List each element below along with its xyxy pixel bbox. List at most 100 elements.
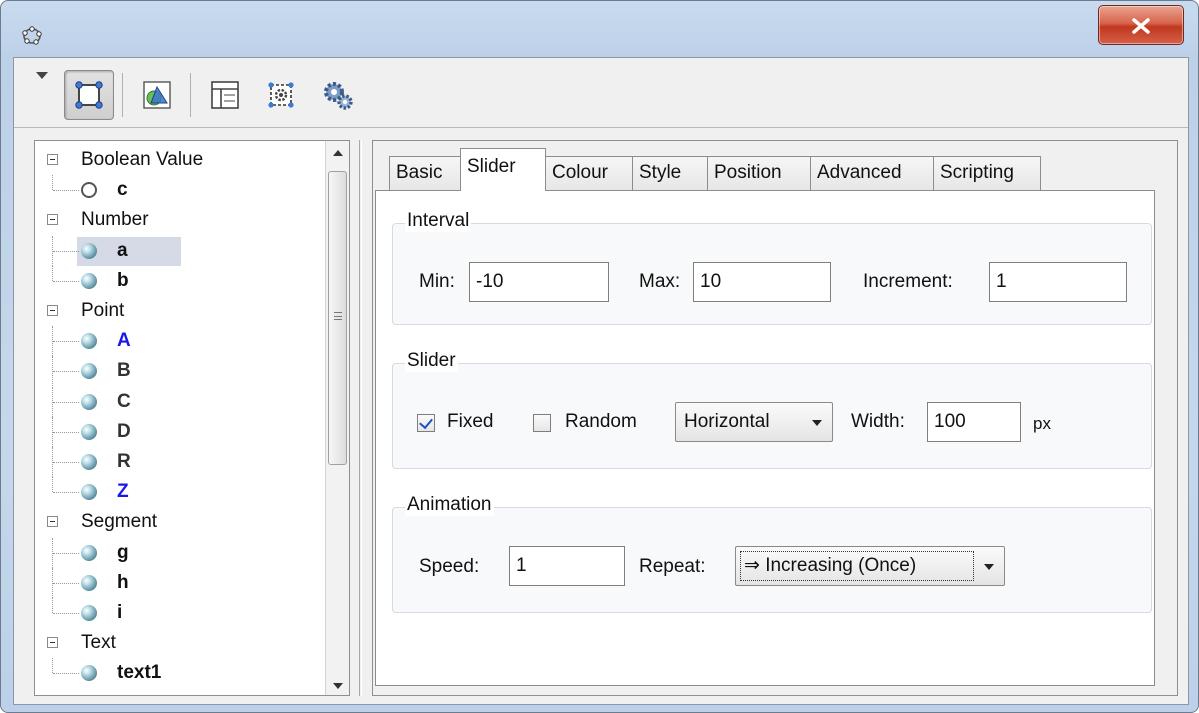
width-label: Width:	[851, 411, 905, 432]
tree-item[interactable]: i	[35, 598, 325, 628]
visible-object-icon[interactable]	[81, 242, 97, 259]
width-unit-label: px	[1033, 414, 1051, 433]
increment-label: Increment:	[863, 271, 953, 292]
tree-item-label: C	[117, 390, 131, 412]
interval-group-title: Interval	[405, 210, 472, 232]
tree-item[interactable]: D	[35, 416, 325, 447]
object-properties-button[interactable]	[64, 70, 114, 120]
tree-item-label: c	[117, 179, 128, 201]
speed-input[interactable]: 1	[509, 546, 625, 586]
tab-scripting[interactable]: Scripting	[933, 156, 1041, 191]
graphics-properties-button[interactable]	[132, 70, 182, 120]
tree-item[interactable]: A	[35, 326, 325, 357]
tab-position[interactable]: Position	[707, 156, 811, 191]
tree-item[interactable]: g	[35, 537, 325, 568]
animation-group-title: Animation	[405, 494, 494, 516]
tree-item-label: b	[117, 269, 129, 291]
random-checkbox[interactable]	[533, 414, 551, 432]
properties-toolbar	[14, 58, 1188, 128]
visible-object-icon[interactable]	[81, 665, 97, 682]
scroll-down-arrow-icon[interactable]	[326, 675, 349, 695]
fixed-label: Fixed	[447, 411, 494, 432]
tree-category-label: Number	[81, 209, 149, 231]
collapse-icon[interactable]	[47, 637, 58, 649]
grip-icon	[334, 312, 342, 320]
advanced-settings-icon	[324, 82, 353, 110]
tree-item-label: A	[117, 330, 131, 352]
hidden-object-icon[interactable]	[81, 182, 97, 199]
collapse-icon[interactable]	[47, 154, 58, 165]
fixed-checkbox[interactable]	[417, 414, 435, 432]
tree-category[interactable]: Point	[35, 296, 325, 326]
increment-input[interactable]: 1	[989, 262, 1127, 302]
visible-object-icon[interactable]	[81, 393, 97, 410]
tree-category-label: Point	[81, 300, 125, 321]
tree-category[interactable]: Number	[35, 205, 325, 235]
tree-vertical-scrollbar[interactable]	[325, 141, 349, 695]
tree-item[interactable]: c	[35, 175, 325, 205]
min-input[interactable]: -10	[469, 262, 609, 302]
repeat-dropdown[interactable]: ⇒ Increasing (Once)	[735, 546, 1005, 586]
tree-category[interactable]: Boolean Value	[35, 145, 325, 175]
visible-object-icon[interactable]	[81, 423, 97, 440]
tree-item[interactable]: Z	[35, 477, 325, 507]
preferences-icon	[268, 82, 294, 108]
tree-item[interactable]: h	[35, 567, 325, 598]
visible-object-icon[interactable]	[81, 333, 97, 350]
toolbar-menu-arrow-icon[interactable]	[36, 72, 48, 79]
visible-object-icon[interactable]	[81, 544, 97, 561]
graphics-properties-icon	[143, 81, 171, 109]
tree-item[interactable]: B	[35, 356, 325, 387]
tree-item[interactable]: b	[35, 265, 325, 296]
visible-object-icon[interactable]	[81, 484, 97, 501]
slider-tab-content: Interval Min: -10 Max: 10 Increment: 1 S…	[375, 190, 1155, 686]
preferences-button[interactable]	[256, 70, 306, 120]
tree-category[interactable]: Text	[35, 628, 325, 658]
repeat-label: Repeat:	[639, 556, 706, 577]
random-label: Random	[565, 411, 637, 432]
layout-button[interactable]	[200, 70, 250, 120]
panel-splitter[interactable]	[359, 140, 362, 696]
chevron-down-icon	[984, 564, 994, 570]
properties-tabs: Basic Slider Colour Style Position Advanced Sc…	[375, 148, 1155, 191]
tab-basic[interactable]: Basic	[389, 156, 461, 191]
tab-colour[interactable]: Colour	[545, 156, 633, 191]
max-label: Max:	[639, 271, 681, 292]
dialog-client-area: Boolean Value c Number a b Point A B C D R Z Segment…	[13, 57, 1189, 705]
tab-style[interactable]: Style	[632, 156, 708, 191]
tree-item-label: R	[117, 451, 131, 472]
visible-object-icon[interactable]	[81, 605, 97, 621]
tree-category-label: Segment	[81, 511, 158, 533]
scrollbar-thumb[interactable]	[328, 171, 347, 465]
collapse-icon[interactable]	[47, 516, 58, 528]
advanced-settings-button[interactable]	[312, 70, 362, 120]
orientation-value: Horizontal	[684, 411, 770, 432]
tree-item[interactable]: text1	[35, 658, 325, 688]
tree-category-label: Text	[81, 632, 116, 654]
collapse-icon[interactable]	[47, 214, 58, 226]
collapse-icon[interactable]	[47, 305, 58, 316]
tree-item[interactable]: C	[35, 386, 325, 417]
tree-item-label: B	[117, 360, 131, 382]
tree-item[interactable]: a	[35, 235, 325, 266]
tree-item[interactable]: R	[35, 447, 325, 477]
layout-icon	[211, 81, 239, 109]
visible-object-icon[interactable]	[81, 363, 97, 380]
visible-object-icon[interactable]	[81, 272, 97, 289]
width-input[interactable]: 100	[927, 402, 1021, 442]
visible-object-icon[interactable]	[81, 454, 97, 470]
window-close-button[interactable]	[1098, 5, 1184, 45]
tab-advanced[interactable]: Advanced	[810, 156, 934, 191]
tree-category[interactable]: Segment	[35, 507, 325, 537]
animation-group: Animation Speed: 1 Repeat: ⇒ Increasing …	[392, 494, 1152, 613]
tree-item-label: g	[117, 541, 129, 563]
visible-object-icon[interactable]	[81, 574, 97, 591]
max-input[interactable]: 10	[693, 262, 831, 302]
scroll-up-arrow-icon[interactable]	[326, 141, 349, 163]
slider-group: Slider Fixed Random Horizontal Width: 10…	[392, 350, 1152, 469]
slider-group-title: Slider	[405, 350, 458, 372]
tab-slider[interactable]: Slider	[460, 148, 546, 191]
orientation-dropdown[interactable]: Horizontal	[675, 402, 833, 442]
properties-panel: Basic Slider Colour Style Position Advanced Sc…	[372, 140, 1178, 696]
tree-item-label: i	[117, 602, 123, 623]
